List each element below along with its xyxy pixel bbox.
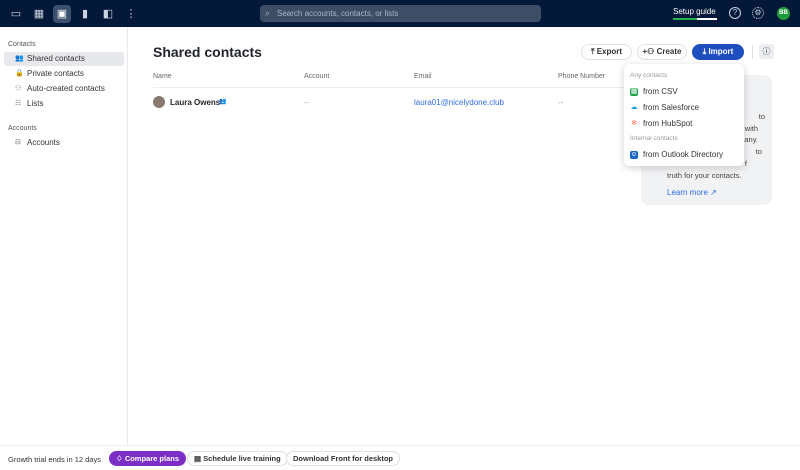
inbox-icon[interactable]: ▭ xyxy=(7,5,25,23)
download-desktop-button[interactable]: Download Front for desktop xyxy=(286,451,400,466)
sidebar-item-label: Accounts xyxy=(27,138,60,147)
outlook-icon: o xyxy=(630,151,638,159)
knowledge-base-icon[interactable]: ◧ xyxy=(99,5,117,23)
gear-icon[interactable]: ⚙ xyxy=(752,7,764,19)
info-icon[interactable]: ⓘ xyxy=(759,44,774,59)
column-header-phone[interactable]: Phone Number xyxy=(558,73,605,80)
menu-item-from-csv[interactable]: ▦ from CSV xyxy=(630,87,678,96)
compare-plans-label: Compare plans xyxy=(124,454,179,463)
menu-item-label: from HubSpot xyxy=(643,119,693,128)
info-text: to xyxy=(755,147,762,156)
hubspot-icon: ✻ xyxy=(631,120,637,127)
create-label: Create xyxy=(656,47,682,56)
add-user-icon: +⚇ xyxy=(642,47,657,56)
menu-section-internal-contacts: Internal contacts xyxy=(630,135,678,142)
briefcase-icon: ⊟ xyxy=(15,139,21,146)
create-button[interactable]: +⚇ Create xyxy=(637,44,687,60)
lock-icon: 🔒 xyxy=(15,70,24,77)
footer-bar: Growth trial ends in 12 days ♢ Compare p… xyxy=(0,445,800,470)
setup-progress-bar xyxy=(673,18,717,20)
export-label: Export xyxy=(596,47,623,56)
avatar[interactable]: BB xyxy=(777,7,790,20)
import-dropdown-menu: Any contacts ▦ from CSV ☁ from Salesforce … xyxy=(624,64,744,166)
sidebar-item-label: Shared contacts xyxy=(27,54,85,63)
page-title: Shared contacts xyxy=(153,44,262,60)
shared-icon: 👥 xyxy=(219,99,227,105)
help-icon[interactable]: ? xyxy=(729,7,741,19)
menu-item-from-outlook-directory[interactable]: o from Outlook Directory xyxy=(630,150,723,159)
sidebar-item-accounts[interactable]: ⊟ Accounts xyxy=(4,136,124,150)
sidebar-item-label: Private contacts xyxy=(27,69,84,78)
contact-account: -- xyxy=(304,98,310,107)
search-placeholder: Search accounts, contacts, or lists xyxy=(277,9,399,18)
divider xyxy=(752,45,753,59)
list-icon: ☷ xyxy=(15,100,22,107)
more-icon[interactable]: ⋮ xyxy=(122,5,140,23)
sidebar-item-label: Auto-created contacts xyxy=(27,84,105,93)
calendar-icon[interactable]: ▦ xyxy=(30,5,48,23)
contacts-section-header: Contacts xyxy=(8,41,36,48)
top-bar: ▭ ▦ ▣ ▮ ◧ ⋮ ⌕ Search accounts, contacts, … xyxy=(0,0,800,27)
compare-plans-button[interactable]: ♢ Compare plans xyxy=(109,451,186,466)
info-text: truth for your contacts. xyxy=(667,171,742,180)
schedule-training-label: Schedule live training xyxy=(203,454,281,463)
setup-guide-link[interactable]: Setup guide xyxy=(673,7,716,16)
users-icon: 👥 xyxy=(15,55,24,62)
learn-more-link[interactable]: Learn more ↗ xyxy=(667,188,717,197)
sidebar-item-shared-contacts[interactable]: 👥 Shared contacts xyxy=(4,52,124,66)
menu-item-label: from Salesforce xyxy=(643,103,700,112)
download-desktop-label: Download Front for desktop xyxy=(293,454,393,463)
export-button[interactable]: ⤒ Export xyxy=(581,44,632,60)
contact-name[interactable]: Laura Owens xyxy=(170,98,220,107)
menu-item-label: from Outlook Directory xyxy=(643,150,724,159)
contact-avatar xyxy=(153,96,165,108)
menu-section-any-contacts: Any contacts xyxy=(630,72,668,79)
contact-email[interactable]: laura01@nicelydone.club xyxy=(414,98,504,107)
sidebar-item-private-contacts[interactable]: 🔒 Private contacts xyxy=(4,67,124,81)
import-label: Import xyxy=(708,47,734,56)
search-icon: ⌕ xyxy=(265,8,271,18)
diamond-icon: ♢ xyxy=(116,454,125,463)
import-button[interactable]: ⤓ Import xyxy=(692,44,744,60)
analytics-icon[interactable]: ▮ xyxy=(76,5,94,23)
contact-phone: -- xyxy=(558,98,564,107)
learn-more-label: Learn more xyxy=(667,188,708,197)
schedule-training-button[interactable]: ▤ Schedule live training xyxy=(187,451,288,466)
external-link-icon: ↗ xyxy=(710,188,717,197)
column-header-name[interactable]: Name xyxy=(153,73,172,80)
info-text: to xyxy=(758,112,765,121)
menu-item-from-salesforce[interactable]: ☁ from Salesforce xyxy=(630,103,700,112)
menu-item-label: from CSV xyxy=(643,87,678,96)
contacts-icon[interactable]: ▣ xyxy=(53,5,71,23)
info-text: with xyxy=(744,124,758,133)
menu-item-from-hubspot[interactable]: ✻ from HubSpot xyxy=(630,119,692,128)
search-input[interactable]: ⌕ Search accounts, contacts, or lists xyxy=(260,5,541,22)
sidebar-item-auto-created-contacts[interactable]: ⚇ Auto-created contacts xyxy=(4,82,124,96)
column-header-email[interactable]: Email xyxy=(414,73,432,80)
spreadsheet-icon: ▦ xyxy=(630,88,638,96)
calendar-icon: ▤ xyxy=(194,454,204,463)
column-header-account[interactable]: Account xyxy=(304,73,329,80)
info-text: f xyxy=(744,159,747,168)
trial-status: Growth trial ends in 12 days xyxy=(8,455,101,464)
accounts-section-header: Accounts xyxy=(8,125,37,132)
sidebar-item-label: Lists xyxy=(27,99,44,108)
sidebar: Contacts 👥 Shared contacts 🔒 Private conta… xyxy=(0,27,128,445)
salesforce-icon: ☁ xyxy=(630,104,638,111)
auto-users-icon: ⚇ xyxy=(15,85,22,92)
divider xyxy=(153,87,633,88)
info-text: any. xyxy=(744,135,758,144)
sidebar-item-lists[interactable]: ☷ Lists xyxy=(4,97,124,111)
